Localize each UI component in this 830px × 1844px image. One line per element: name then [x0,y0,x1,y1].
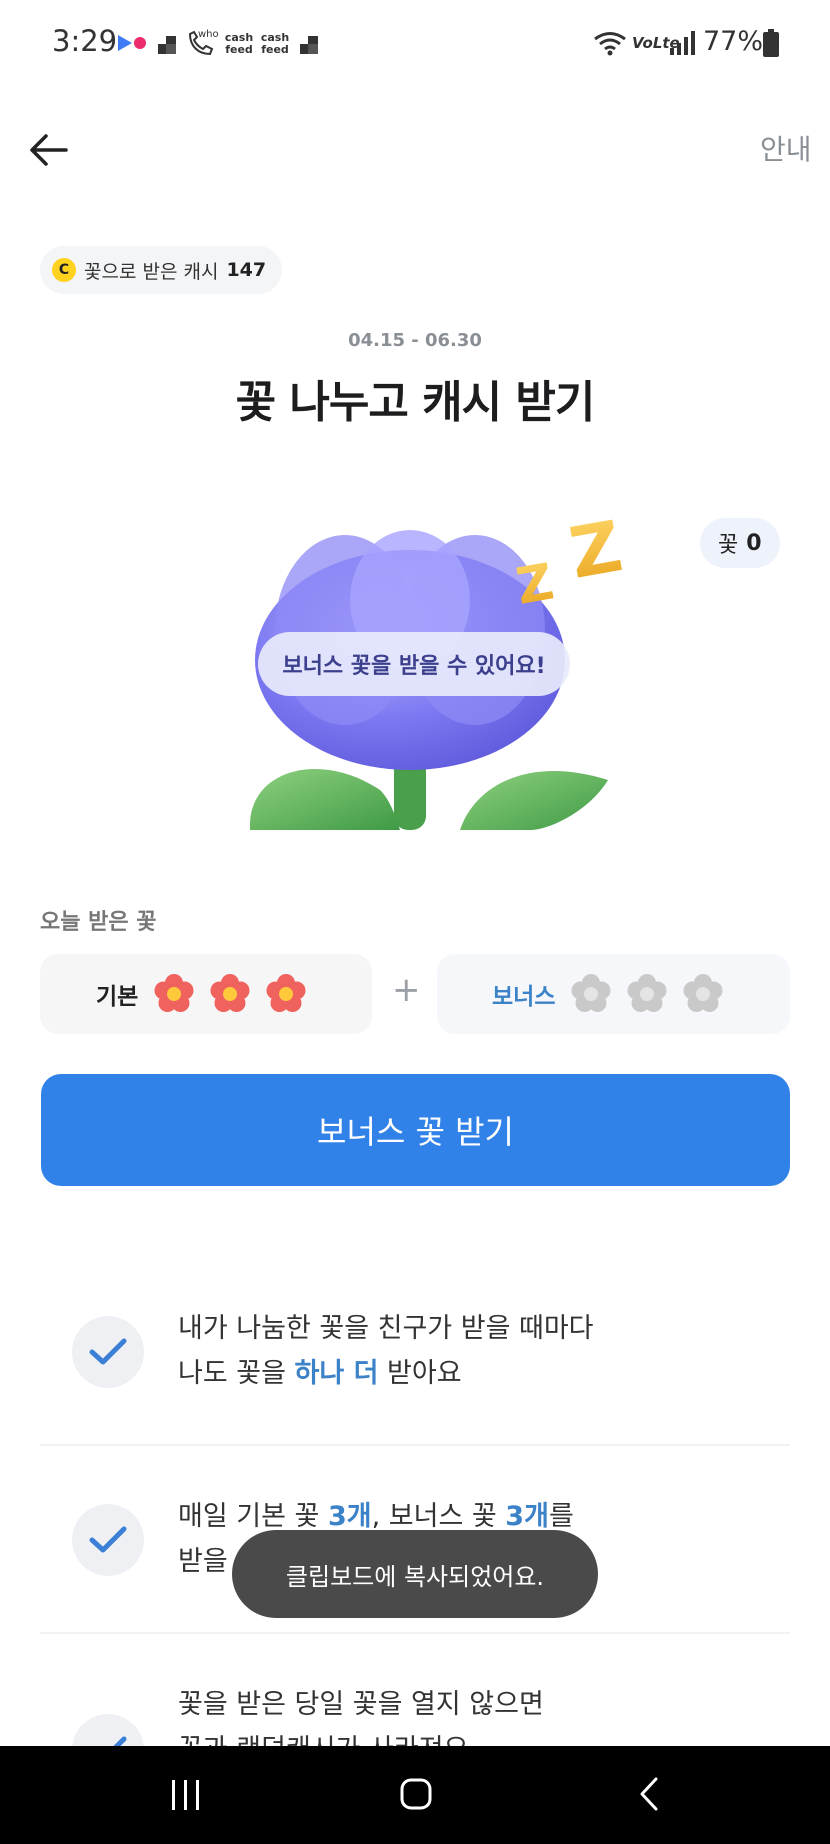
app-icon [158,36,176,54]
grey-flower-icon [571,974,611,1012]
red-flower-icon [266,974,306,1012]
basic-flowers-box: 기본 [40,954,372,1034]
basic-label: 기본 [96,984,139,1010]
battery-icon [763,29,779,57]
status-bar: 3:29 who cash feed cash feed VoLte 77% [0,0,830,90]
bonus-flowers-box: 보너스 [437,954,790,1034]
cash-chip: C 꽃으로 받은 캐시 147 [40,246,283,294]
back-arrow-icon[interactable] [26,128,74,172]
wifi-icon [594,32,626,56]
svg-text:Z: Z [564,505,628,595]
info-item: 내가 나눔한 꽃을 친구가 받을 때마다 나도 꽃을 하나 더 받아요 [40,1306,790,1406]
red-flower-icon [154,974,194,1012]
divider [40,1632,790,1634]
today-flowers-label: 오늘 받은 꽃 [40,910,157,935]
status-time: 3:29 [52,24,118,58]
info-item: 꽃을 받은 당일 꽃을 열지 않으면 꽃과 랜덤캐시가 사라져요 [40,1682,790,1746]
who-label: who [198,29,219,40]
info-line: 내가 나눔한 꽃을 친구가 받을 때마다 [178,1313,594,1344]
flickr-icon [118,35,146,51]
toast-message: 클립보드에 복사되었어요. [232,1530,598,1618]
flower-count-value: 0 [746,530,762,556]
signal-icon [670,31,695,55]
bonus-speech-bubble: 보너스 꽃을 받을 수 있어요! [258,632,570,696]
grey-flower-icon [683,974,723,1012]
cashfeed-text: feed [225,43,253,56]
app-icon [300,36,318,54]
coin-icon: C [52,258,76,282]
back-nav-icon[interactable] [636,1776,664,1812]
who-icon: who [198,29,219,40]
cashfeed-text: feed [261,43,289,56]
info-text: 꽃을 받은 당일 꽃을 열지 않으면 꽃과 랜덤캐시가 사라져요 [178,1682,544,1746]
red-flower-icon [210,974,250,1012]
info-link[interactable]: 안내 [760,128,812,168]
bonus-label: 보너스 [492,984,556,1010]
flower-count-label: 꽃 [718,533,739,558]
info-line: 꽃을 받은 당일 꽃을 열지 않으면 [178,1689,544,1720]
grey-flower-icon [627,974,667,1012]
get-bonus-flower-button[interactable]: 보너스 꽃 받기 [41,1074,790,1186]
event-period: 04.15 - 06.30 [348,330,482,351]
home-icon[interactable] [398,1776,434,1812]
info-text: 내가 나눔한 꽃을 친구가 받을 때마다 나도 꽃을 하나 더 받아요 [178,1306,594,1396]
info-line: 꽃과 랜덤캐시가 사라져요 [178,1727,544,1746]
cash-label: 꽃으로 받은 캐시 [84,260,219,283]
cash-value: 147 [226,259,267,281]
battery-percent: 77% [703,26,764,57]
recent-apps-icon[interactable] [168,1778,204,1812]
divider [40,1444,790,1446]
info-line: 나도 꽃을 하나 더 받아요 [178,1358,462,1389]
page-title: 꽃 나누고 캐시 받기 [235,377,596,428]
flower-count-badge: 꽃 0 [700,518,780,568]
cashfeed-icon: cash feed [222,32,256,56]
plus-sign: + [392,970,421,1010]
cashfeed-icon: cash feed [258,32,292,56]
check-icon [72,1316,144,1388]
check-icon [72,1714,144,1746]
system-nav-bar [0,1746,830,1844]
check-icon [72,1504,144,1576]
